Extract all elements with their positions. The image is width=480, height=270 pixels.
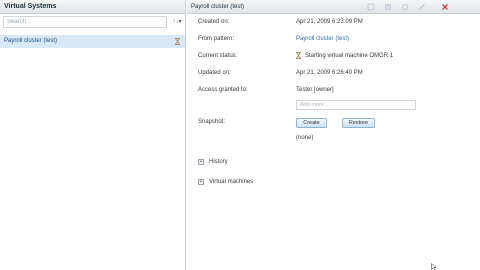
created-on-label: Created on:	[198, 19, 230, 25]
panel-title: Virtual Systems	[0, 0, 185, 14]
from-pattern-link[interactable]: Payroll cluster (test)	[296, 36, 349, 42]
virtual-systems-panel: Virtual Systems ↑↓▾ Payroll cluster (tes…	[0, 0, 186, 270]
sort-button[interactable]: ↑↓▾	[170, 16, 184, 28]
virtual-machines-expand-icon[interactable]: +	[198, 179, 204, 185]
detail-panel: Payroll cluster (test) Created on: Apr 2…	[187, 0, 480, 270]
history-section[interactable]: History	[209, 159, 228, 165]
virtual-machines-section[interactable]: Virtual machines	[209, 179, 253, 185]
snapshot-label: Snapshot:	[198, 119, 226, 125]
current-status-label: Current status:	[198, 53, 238, 59]
from-pattern-label: From pattern:	[198, 36, 235, 42]
updated-on-value: Apr 21, 2009 6:26:40 PM	[296, 70, 363, 76]
start-icon[interactable]	[367, 3, 375, 11]
detail-title: Payroll cluster (test)	[191, 4, 245, 10]
restore-snapshot-button[interactable]: Restore	[342, 118, 375, 128]
list-item-label: Payroll cluster (test)	[4, 38, 58, 44]
list-item[interactable]: Payroll cluster (test)	[0, 35, 185, 48]
search-row: ↑↓▾	[3, 16, 184, 29]
stop-icon[interactable]	[384, 3, 392, 11]
create-snapshot-button[interactable]: Create	[296, 118, 327, 128]
edit-icon[interactable]	[418, 3, 426, 11]
snapshot-value: (none)	[296, 135, 314, 141]
updated-on-label: Updated on:	[198, 70, 231, 76]
clone-icon[interactable]	[401, 3, 409, 11]
mouse-pointer-icon	[431, 263, 437, 270]
access-value: Tester [owner]	[296, 87, 334, 93]
hourglass-icon	[296, 52, 301, 59]
hourglass-icon	[175, 38, 180, 45]
access-label: Access granted to:	[198, 87, 248, 93]
close-icon[interactable]	[441, 3, 449, 11]
detail-header: Payroll cluster (test)	[187, 0, 480, 14]
add-access-input[interactable]	[296, 100, 416, 110]
created-on-value: Apr 21, 2009 6:23:09 PM	[296, 19, 363, 25]
search-input[interactable]	[3, 16, 167, 28]
current-status-value: Starting virtual machine OMGR 1	[305, 53, 394, 59]
history-expand-icon[interactable]: +	[198, 159, 204, 165]
